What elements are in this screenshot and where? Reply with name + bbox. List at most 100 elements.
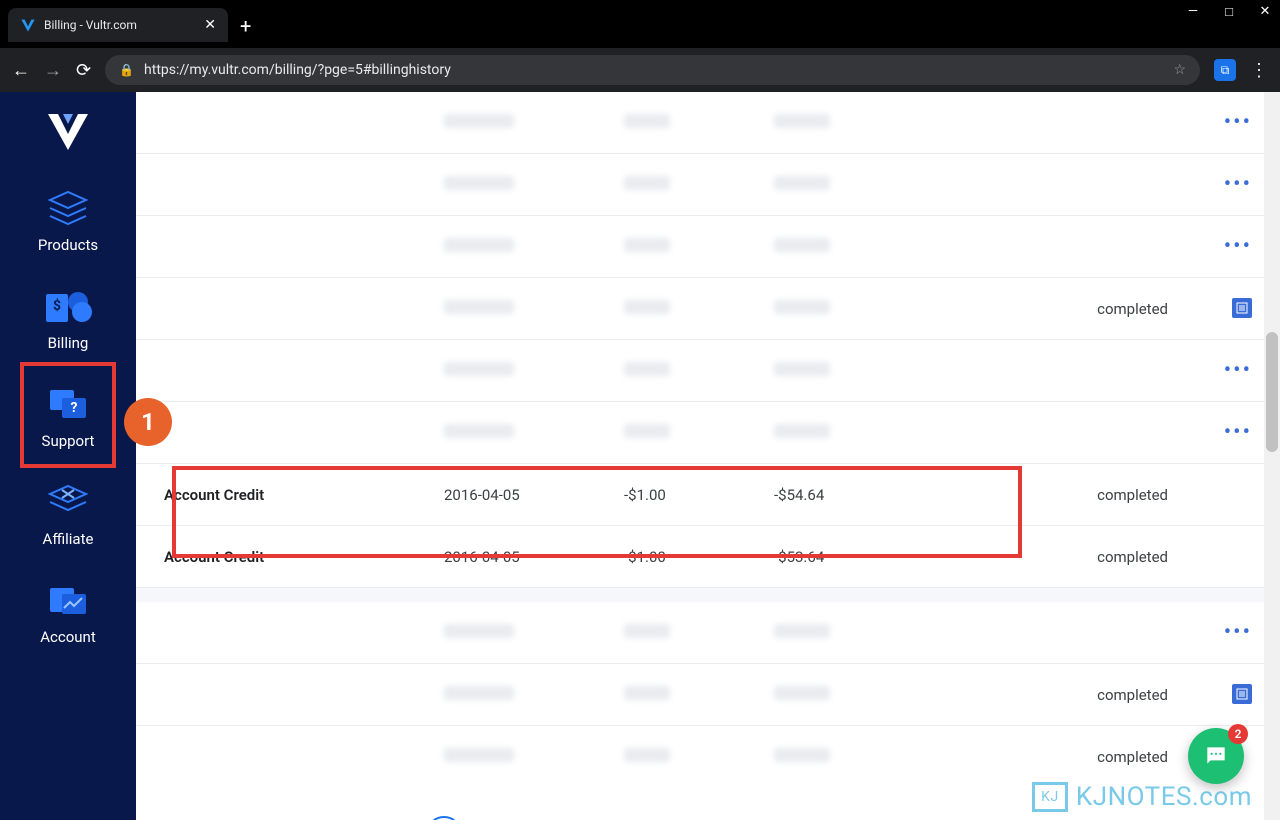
redacted-text	[624, 362, 670, 376]
table-row[interactable]: •••	[136, 588, 1280, 664]
page-number[interactable]: 1	[226, 816, 262, 820]
url-text: https://my.vultr.com/billing/?pge=5#bill…	[144, 62, 451, 78]
sidebar-item-support[interactable]: ? Support	[0, 370, 136, 468]
status-text: completed	[934, 686, 1192, 704]
row-actions-icon[interactable]: •••	[1224, 358, 1252, 383]
window-controls: — □ ✕	[1186, 4, 1272, 20]
table-row-credit[interactable]: Account Credit 2016-04-05 -$1.00 -$53.64…	[136, 526, 1280, 588]
redacted-text	[444, 624, 514, 638]
browser-menu-icon[interactable]: ⋮	[1250, 60, 1268, 81]
row-amount: -$1.00	[624, 548, 774, 566]
row-actions-icon[interactable]: •••	[1224, 110, 1252, 135]
row-actions-icon[interactable]: •••	[1224, 420, 1252, 445]
status-text: completed	[934, 486, 1192, 504]
scrollbar-thumb[interactable]	[1266, 332, 1278, 452]
sidebar-item-label: Account	[40, 628, 96, 646]
redacted-text	[774, 114, 830, 128]
sidebar-item-account[interactable]: Account	[0, 566, 136, 664]
sidebar-item-label: Products	[38, 236, 98, 254]
table-row[interactable]: completed	[136, 278, 1280, 340]
account-icon	[44, 580, 92, 620]
page-number-current[interactable]: 5	[426, 816, 462, 820]
reload-button[interactable]: ⟳	[76, 60, 91, 81]
maximize-button[interactable]: □	[1222, 4, 1236, 20]
row-actions-icon[interactable]: •••	[1224, 620, 1252, 645]
page-next[interactable]: >	[476, 816, 512, 820]
extension-icon[interactable]: ⧉	[1214, 59, 1236, 81]
table-row[interactable]: •••	[136, 154, 1280, 216]
row-actions-icon[interactable]: •••	[1224, 172, 1252, 197]
browser-tab[interactable]: Billing - Vultr.com ✕	[8, 8, 228, 42]
redacted-text	[774, 238, 830, 252]
address-bar[interactable]: 🔒 https://my.vultr.com/billing/?pge=5#bi…	[105, 55, 1200, 85]
sidebar-item-label: Billing	[48, 334, 89, 352]
redacted-text	[774, 300, 830, 314]
page-number[interactable]: 4	[376, 816, 412, 820]
vultr-logo-icon[interactable]	[44, 112, 92, 152]
row-description: Account Credit	[164, 548, 444, 566]
page-number[interactable]: 2	[276, 816, 312, 820]
table-row-credit[interactable]: Account Credit 2016-04-05 -$1.00 -$54.64…	[136, 464, 1280, 526]
invoice-doc-icon[interactable]	[1232, 298, 1252, 318]
redacted-text	[444, 748, 514, 762]
page-number[interactable]: 3	[326, 816, 362, 820]
invoice-doc-icon[interactable]	[1232, 684, 1252, 704]
annotation-step-badge: 1	[124, 398, 172, 446]
table-row[interactable]: •••	[136, 402, 1280, 464]
redacted-text	[774, 362, 830, 376]
redacted-text	[624, 176, 670, 190]
forward-button[interactable]: →	[44, 60, 62, 81]
redacted-text	[774, 686, 830, 700]
main-content: ••• ••• •••	[136, 92, 1280, 820]
table-row[interactable]: completed	[136, 726, 1280, 788]
bookmark-star-icon[interactable]: ☆	[1173, 62, 1186, 78]
chat-badge: 2	[1228, 724, 1248, 744]
row-description: Account Credit	[164, 486, 444, 504]
redacted-text	[444, 686, 514, 700]
redacted-text	[444, 424, 514, 438]
table-row[interactable]: •••	[136, 216, 1280, 278]
sidebar-item-billing[interactable]: $ Billing	[0, 272, 136, 370]
tab-title: Billing - Vultr.com	[44, 18, 137, 32]
minimize-button[interactable]: —	[1186, 4, 1200, 20]
table-row[interactable]: •••	[136, 340, 1280, 402]
row-balance: -$53.64	[774, 548, 934, 566]
page-content: Products $ Billing ? Support	[0, 92, 1280, 820]
vultr-favicon-icon	[20, 17, 36, 33]
redacted-text	[624, 300, 670, 314]
redacted-text	[624, 748, 670, 762]
redacted-text	[624, 686, 670, 700]
row-date: 2016-04-05	[444, 548, 624, 566]
status-text: completed	[934, 748, 1192, 766]
new-tab-button[interactable]: +	[240, 14, 251, 38]
row-date: 2016-04-05	[444, 486, 624, 504]
scrollbar[interactable]	[1264, 92, 1280, 820]
lock-icon: 🔒	[119, 63, 134, 77]
sidebar-item-label: Support	[42, 432, 95, 450]
table-row[interactable]: completed	[136, 664, 1280, 726]
row-actions-icon[interactable]: •••	[1224, 234, 1252, 259]
redacted-text	[774, 176, 830, 190]
status-text: completed	[934, 300, 1192, 318]
table-row[interactable]: •••	[136, 92, 1280, 154]
chat-fab[interactable]: 2	[1188, 728, 1244, 784]
redacted-text	[774, 624, 830, 638]
row-balance: -$54.64	[774, 486, 934, 504]
sidebar: Products $ Billing ? Support	[0, 92, 136, 820]
page-prev[interactable]: <	[176, 816, 212, 820]
browser-toolbar: ← → ⟳ 🔒 https://my.vultr.com/billing/?pg…	[0, 48, 1280, 92]
redacted-text	[774, 424, 830, 438]
redacted-text	[444, 114, 514, 128]
back-button[interactable]: ←	[12, 60, 30, 81]
window-titlebar: Billing - Vultr.com ✕ + — □ ✕	[0, 0, 1280, 48]
tab-close-icon[interactable]: ✕	[204, 17, 216, 33]
sidebar-item-products[interactable]: Products	[0, 174, 136, 272]
close-window-button[interactable]: ✕	[1258, 4, 1272, 20]
affiliate-icon	[46, 482, 90, 522]
sidebar-item-affiliate[interactable]: Affiliate	[0, 468, 136, 566]
redacted-text	[444, 176, 514, 190]
redacted-text	[774, 748, 830, 762]
redacted-text	[624, 238, 670, 252]
support-icon: ?	[44, 384, 92, 424]
products-icon	[46, 188, 90, 228]
